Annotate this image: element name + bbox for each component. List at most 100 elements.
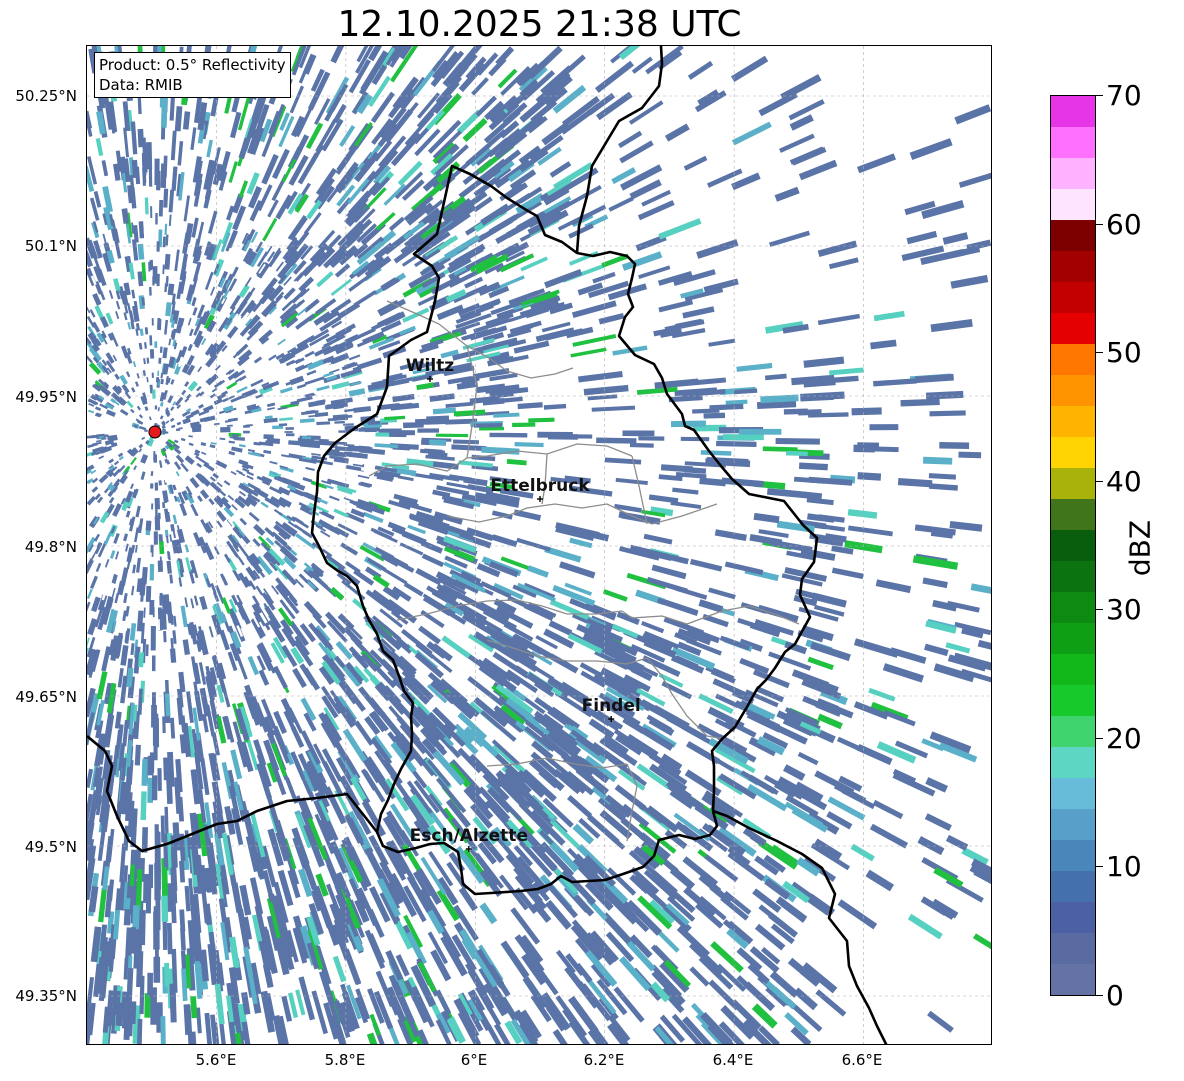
radar-echo-cell <box>309 144 325 166</box>
radar-echo-cell <box>115 551 120 560</box>
radar-echo-cell <box>973 933 991 955</box>
radar-echo-cell <box>98 473 109 484</box>
radar-echo-cell <box>445 401 474 409</box>
radar-echo-cell <box>123 593 128 604</box>
radar-echo-cell <box>115 300 121 310</box>
radar-echo-cell <box>170 614 174 625</box>
radar-echo-cell <box>199 489 210 500</box>
radar-echo-cell <box>169 534 173 542</box>
radar-echo-cell <box>403 422 424 429</box>
radar-echo-cell <box>160 163 167 188</box>
radar-echo-cell <box>306 369 317 376</box>
radar-echo-cell <box>571 300 617 319</box>
colorbar-tick <box>1096 995 1103 996</box>
radar-echo-cell <box>171 424 176 429</box>
radar-echo-cell <box>165 420 170 424</box>
radar-echo-cell <box>344 408 356 413</box>
radar-echo-cell <box>202 585 208 595</box>
radar-echo-cell <box>138 652 145 668</box>
radar-echo-cell <box>263 449 272 455</box>
radar-echo-cell <box>699 477 726 487</box>
radar-echo-cell <box>216 510 227 522</box>
radar-echo-cell <box>328 491 340 497</box>
radar-echo-cell <box>114 239 122 259</box>
radar-echo-cell <box>900 398 940 407</box>
radar-echo-cell <box>226 381 238 390</box>
radar-echo-cell <box>305 466 315 472</box>
radar-echo-cell <box>343 443 355 447</box>
radar-echo-cell <box>491 534 518 548</box>
radar-echo-cell <box>149 349 155 359</box>
radar-echo-cell <box>775 437 820 445</box>
radar-echo-cell <box>171 166 178 191</box>
radar-echo-cell <box>172 530 176 539</box>
radar-echo-cell <box>203 415 216 423</box>
radar-echo-cell <box>160 815 166 843</box>
radar-echo-cell <box>163 630 167 643</box>
radar-echo-cell <box>856 153 897 174</box>
radar-echo-cell <box>108 290 114 299</box>
radar-echo-cell <box>334 263 351 278</box>
radar-echo-cell <box>140 791 147 821</box>
radar-echo-cell <box>872 799 904 820</box>
radar-echo-cell <box>120 266 126 276</box>
radar-echo-cell <box>138 443 144 449</box>
x-tick-label: 5.6°E <box>195 1051 237 1069</box>
colorbar-segment <box>1051 467 1095 499</box>
radar-echo-cell <box>870 339 897 350</box>
radar-echo-cell <box>958 451 982 459</box>
radar-echo-cell <box>698 599 724 613</box>
radar-echo-cell <box>318 438 329 443</box>
radar-echo-cell <box>91 434 97 439</box>
radar-echo-cell <box>608 196 634 212</box>
radar-echo-cell <box>153 531 158 545</box>
radar-echo-cell <box>897 477 933 488</box>
radar-echo-cell <box>154 718 160 748</box>
radar-echo-cell <box>160 372 164 379</box>
radar-echo-cell <box>138 342 143 350</box>
radar-echo-cell <box>154 482 159 491</box>
radar-echo-cell <box>184 381 190 387</box>
radar-echo-cell <box>316 271 334 288</box>
colorbar <box>1050 95 1096 996</box>
radar-echo-cell <box>873 310 905 322</box>
radar-echo-cell <box>284 431 293 433</box>
radar-echo-cell <box>155 886 161 931</box>
radar-map[interactable]: Wiltz Ettelbruck Findel Esch/Alzette <box>86 45 992 1045</box>
radar-echo-cell <box>119 374 128 385</box>
radar-echo-cell <box>152 607 155 618</box>
radar-echo-cell <box>164 962 170 987</box>
radar-echo-cell <box>922 456 953 465</box>
radar-echo-cell <box>89 575 98 590</box>
radar-echo-cell <box>602 589 628 602</box>
radar-echo-cell <box>150 987 157 1025</box>
radar-echo-cell <box>303 600 323 621</box>
radar-echo-cell <box>364 428 377 433</box>
colorbar-tick <box>1096 95 1103 96</box>
radar-echo-cell <box>528 417 555 423</box>
radar-echo-cell <box>331 381 350 390</box>
radar-echo-cell <box>151 318 154 326</box>
radar-echo-cell <box>247 448 256 453</box>
radar-echo-cell <box>516 537 551 552</box>
radar-echo-cell <box>265 467 274 472</box>
radar-echo-cell <box>133 465 138 471</box>
colorbar-tick-label: 30 <box>1106 593 1142 626</box>
radar-echo-cell <box>638 436 665 441</box>
radar-echo-cell <box>922 577 948 589</box>
radar-echo-cell <box>182 639 191 656</box>
radar-echo-cell <box>927 1010 954 1033</box>
radar-echo-cell <box>213 422 220 426</box>
x-tick-label: 6.4°E <box>712 1051 754 1069</box>
radar-echo-cell <box>215 460 228 469</box>
radar-echo-cell <box>285 433 295 437</box>
radar-echo-cell <box>939 442 970 450</box>
radar-echo-cell <box>716 440 757 448</box>
radar-echo-cell <box>301 436 312 440</box>
radar-echo-cell <box>298 573 309 584</box>
radar-echo-cell <box>764 373 787 381</box>
radar-echo-cell <box>149 286 152 296</box>
radar-echo-cell <box>302 491 317 501</box>
colorbar-segment <box>1051 498 1095 530</box>
radar-echo-cell <box>367 933 386 965</box>
